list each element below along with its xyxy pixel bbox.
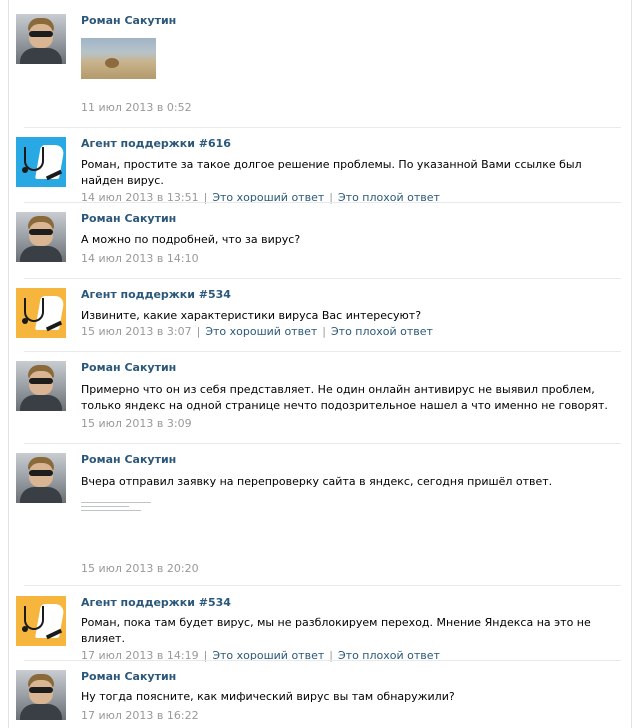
support-agent-icon: [16, 596, 66, 646]
message-meta: 15 июл 2013 в 3:07 | Это хороший ответ | Это…: [81, 325, 621, 339]
message-author[interactable]: Роман Сакутин: [81, 670, 621, 684]
message-text: А можно по подробней, что за вирус?: [81, 233, 301, 246]
divider: [24, 202, 621, 203]
user-photo-icon: [16, 212, 66, 262]
divider: [24, 127, 621, 128]
good-answer-link[interactable]: Это хороший ответ: [205, 325, 317, 338]
avatar[interactable]: [16, 361, 66, 411]
avatar[interactable]: [16, 137, 66, 187]
bad-answer-link[interactable]: Это плохой ответ: [331, 325, 433, 338]
message-author[interactable]: Агент поддержки #534: [81, 596, 621, 610]
message-date: 14 июл 2013 в 14:10: [81, 252, 199, 265]
avatar[interactable]: [16, 670, 66, 720]
message-text: Извините, какие характеристики вируса Ва…: [81, 309, 422, 322]
divider: [24, 278, 621, 279]
avatar[interactable]: [16, 453, 66, 503]
message-author[interactable]: Роман Сакутин: [81, 14, 621, 28]
support-agent-icon: [16, 137, 66, 187]
meta-separator: |: [196, 325, 201, 338]
user-photo-icon: [16, 361, 66, 411]
message-text: Примерно что он из себя представляет. Не…: [81, 383, 608, 412]
message-date: 17 июл 2013 в 16:22: [81, 709, 199, 722]
message-date: 15 июл 2013 в 20:20: [81, 562, 199, 575]
message-text: Вчера отправил заявку на перепроверку са…: [81, 475, 553, 488]
message-date: 11 июл 2013 в 0:52: [81, 101, 192, 114]
divider: [24, 443, 621, 444]
message-author[interactable]: Роман Сакутин: [81, 453, 621, 467]
user-photo-icon: [16, 453, 66, 503]
support-agent-icon: [16, 288, 66, 338]
photo-attachment[interactable]: [81, 38, 156, 79]
message-author[interactable]: Роман Сакутин: [81, 212, 621, 226]
avatar[interactable]: [16, 288, 66, 338]
divider: [24, 660, 621, 661]
message-text: Роман, простите за такое долгое решение …: [81, 158, 582, 187]
divider: [24, 585, 621, 586]
message-text: Ну тогда поясните, как мифический вирус …: [81, 690, 455, 703]
avatar[interactable]: [16, 14, 66, 64]
divider: [24, 351, 621, 352]
message: Роман Сакутин 11 июл 2013 в 0:52: [16, 14, 621, 119]
message-author[interactable]: Агент поддержки #534: [81, 288, 621, 302]
avatar[interactable]: [16, 596, 66, 646]
user-photo-icon: [16, 670, 66, 720]
avatar[interactable]: [16, 212, 66, 262]
meta-separator: |: [322, 325, 326, 338]
message-author[interactable]: Роман Сакутин: [81, 361, 621, 375]
document-attachment[interactable]: [81, 500, 156, 516]
message-text: Роман, пока там будет вирус, мы не разбл…: [81, 616, 591, 645]
user-photo-icon: [16, 14, 66, 64]
message-date: 15 июл 2013 в 3:07: [81, 325, 192, 338]
message-date: 15 июл 2013 в 3:09: [81, 417, 192, 430]
message-author[interactable]: Агент поддержки #616: [81, 137, 621, 151]
